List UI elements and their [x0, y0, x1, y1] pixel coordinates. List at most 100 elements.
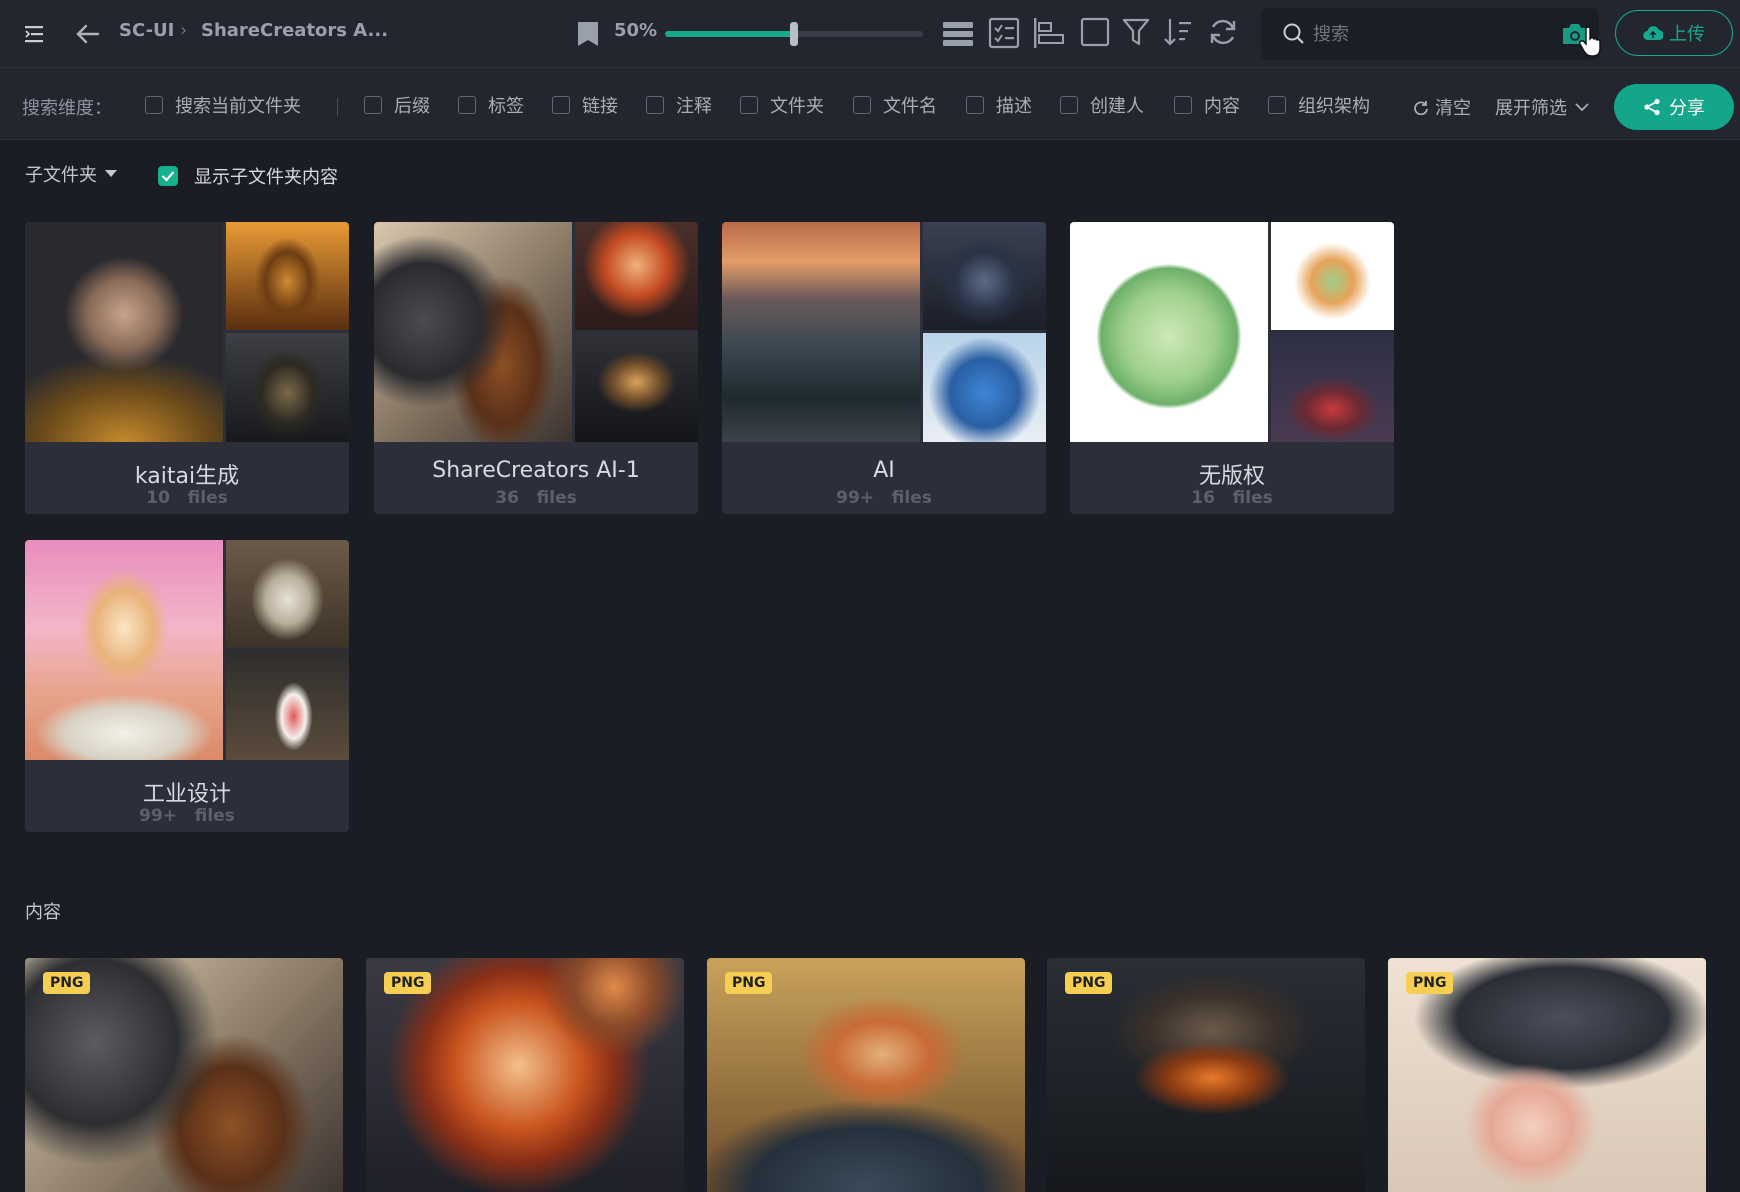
filter-option-creator[interactable]: 创建人	[1060, 92, 1144, 118]
folder-thumbnail-main	[25, 222, 223, 442]
breadcrumb-root[interactable]: SC-UI	[119, 20, 174, 41]
caret-down-icon	[105, 170, 117, 178]
folder-card[interactable]: kaitai生成 10 files	[25, 222, 349, 514]
file-thumbnail[interactable]: PNG	[1047, 958, 1365, 1192]
checkbox[interactable]	[740, 96, 758, 114]
folder-file-count: 16 files	[1191, 488, 1273, 508]
folder-thumbnail-mosaic	[722, 222, 1046, 442]
mouse-cursor-icon	[1578, 26, 1606, 62]
bookmark-icon[interactable]	[574, 18, 602, 50]
top-toolbar: SC-UI › ShareCreators A... 50% 搜索 上传	[0, 0, 1740, 68]
clear-label: 清空	[1435, 98, 1471, 119]
folder-card[interactable]: ShareCreators AI-1 36 files	[374, 222, 698, 514]
folder-thumbnail-main	[374, 222, 572, 442]
checkbox[interactable]	[1174, 96, 1192, 114]
checkbox[interactable]	[458, 96, 476, 114]
folder-file-count: 99+ files	[836, 488, 932, 508]
folder-thumbnail-main	[1070, 222, 1268, 442]
checkbox[interactable]	[145, 96, 163, 114]
filter-option-label: 内容	[1204, 96, 1240, 117]
filter-icon[interactable]	[1121, 16, 1151, 48]
sort-icon[interactable]	[1162, 16, 1194, 48]
filter-option-content[interactable]: 内容	[1174, 92, 1240, 118]
filter-option-label: 文件名	[883, 96, 937, 117]
folder-card[interactable]: 无版权 16 files	[1070, 222, 1394, 514]
folder-thumbnail-top-right	[1271, 222, 1394, 330]
file-thumbnail[interactable]: PNG	[366, 958, 684, 1192]
folder-thumbnail-mosaic	[1070, 222, 1394, 442]
filter-option-label: 组织架构	[1298, 96, 1370, 117]
folder-name: 工业设计	[142, 782, 231, 807]
upload-button[interactable]: 上传	[1615, 10, 1733, 56]
back-arrow-icon[interactable]	[74, 20, 102, 48]
folder-thumbnail-top-right	[923, 222, 1046, 330]
file-thumbnail[interactable]: PNG	[1388, 958, 1706, 1192]
app-root: SC-UI › ShareCreators A... 50% 搜索 上传 搜索维…	[0, 0, 1740, 1192]
filter-option-description[interactable]: 描述	[966, 92, 1032, 118]
folder-file-count: 99+ files	[139, 806, 235, 826]
search-input[interactable]	[1313, 23, 1533, 45]
checkbox[interactable]	[966, 96, 984, 114]
breadcrumb-separator: ›	[180, 20, 188, 41]
clear-filter-button[interactable]: 清空	[1413, 94, 1471, 120]
filter-option-suffix[interactable]: 后缀	[364, 92, 430, 118]
share-button[interactable]: 分享	[1614, 84, 1734, 130]
checklist-icon[interactable]	[987, 16, 1021, 50]
folder-card[interactable]: 工业设计 99+ files	[25, 540, 349, 832]
search-dimension-label: 搜索维度：	[22, 98, 112, 119]
filter-option-filename[interactable]: 文件名	[853, 92, 937, 118]
checkbox[interactable]	[552, 96, 570, 114]
folder-thumbnail-bottom-right	[575, 333, 698, 442]
checkbox[interactable]	[646, 96, 664, 114]
show-subfolder-content-label: 显示子文件夹内容	[194, 167, 338, 188]
expand-label: 展开筛选	[1495, 98, 1567, 119]
checkbox[interactable]	[1060, 96, 1078, 114]
zoom-slider[interactable]	[665, 22, 923, 46]
folder-thumbnail-bottom-right	[226, 333, 349, 442]
expand-filter-button[interactable]: 展开筛选	[1495, 94, 1589, 120]
file-type-badge: PNG	[1065, 972, 1113, 994]
folder-card[interactable]: AI 99+ files	[722, 222, 1046, 514]
show-subfolder-content-toggle[interactable]: 显示子文件夹内容	[158, 163, 338, 189]
file-thumbnail[interactable]: PNG	[25, 958, 343, 1192]
folder-thumbnail-mosaic	[25, 222, 349, 442]
file-type-badge: PNG	[43, 972, 91, 994]
folder-name: ShareCreators AI-1	[432, 458, 640, 483]
filter-option-label: 注释	[676, 96, 712, 117]
breadcrumb-current[interactable]: ShareCreators A...	[201, 20, 388, 41]
filter-option-folder[interactable]: 文件夹	[740, 92, 824, 118]
folder-thumbnail-top-right	[226, 222, 349, 330]
folder-thumbnail-top-right	[575, 222, 698, 330]
upload-label: 上传	[1669, 24, 1705, 45]
file-type-badge: PNG	[384, 972, 432, 994]
menu-collapse-icon[interactable]	[22, 20, 50, 48]
checkbox[interactable]	[364, 96, 382, 114]
list-view-icon[interactable]	[942, 18, 974, 50]
file-type-badge: PNG	[1406, 972, 1454, 994]
filter-option-current-folder[interactable]: 搜索当前文件夹	[145, 92, 301, 118]
square-select-icon[interactable]	[1079, 16, 1111, 48]
checkbox[interactable]	[1268, 96, 1286, 114]
folder-name: 无版权	[1198, 464, 1265, 489]
filter-option-note[interactable]: 注释	[646, 92, 712, 118]
filter-option-organization[interactable]: 组织架构	[1268, 92, 1370, 118]
filter-option-tag[interactable]: 标签	[458, 92, 524, 118]
file-thumbnail[interactable]: PNG	[707, 958, 1025, 1192]
checkbox[interactable]	[853, 96, 871, 114]
filter-option-link[interactable]: 链接	[552, 92, 618, 118]
folder-thumbnail-mosaic	[25, 540, 349, 760]
subfolder-dropdown[interactable]: 子文件夹	[25, 161, 117, 187]
filter-option-label: 搜索当前文件夹	[175, 96, 301, 117]
align-icon[interactable]	[1032, 16, 1066, 50]
refresh-icon[interactable]	[1207, 16, 1239, 48]
checkbox-checked[interactable]	[158, 166, 178, 186]
chevron-down-icon	[1575, 102, 1589, 112]
filter-option-label: 文件夹	[770, 96, 824, 117]
folder-file-count: 10 files	[146, 488, 228, 508]
folder-thumbnail-top-right	[226, 540, 349, 648]
folder-thumbnail-bottom-right	[1271, 333, 1394, 442]
folder-thumbnail-main	[722, 222, 920, 442]
zoom-slider-thumb[interactable]	[790, 22, 798, 46]
filter-option-label: 标签	[488, 96, 524, 117]
search-dimension-bar: 搜索维度： 搜索当前文件夹 后缀 标签 链接 注释 文件夹 文件名 描述 创建人…	[0, 68, 1740, 140]
